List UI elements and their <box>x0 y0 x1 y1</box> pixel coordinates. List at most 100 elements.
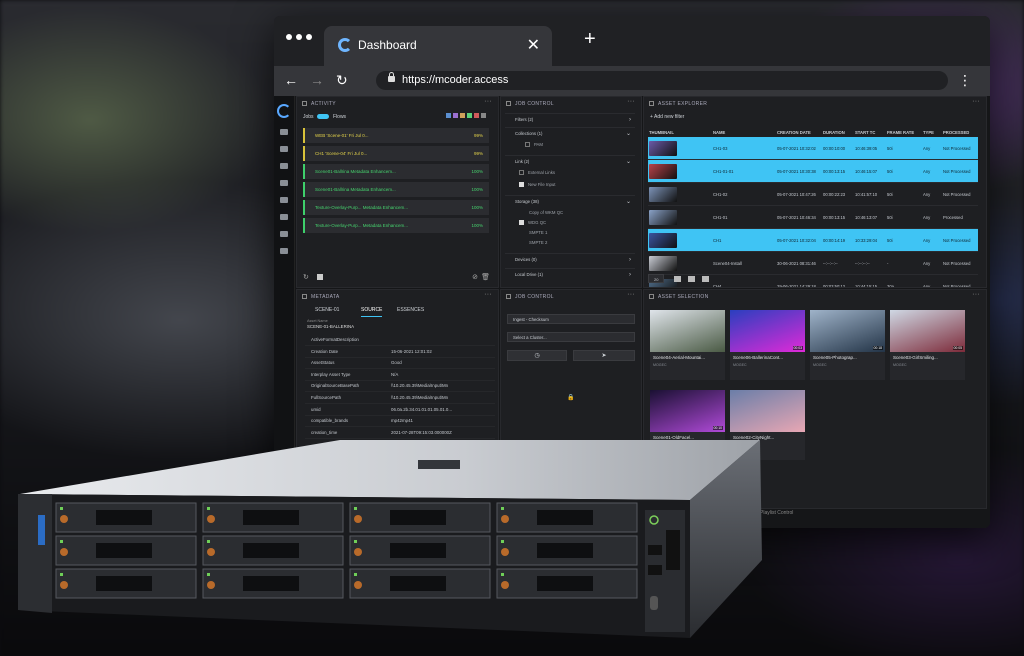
table-row[interactable]: CH1-02 05-07-2021 10:47:26 00:00:22:23 10:4… <box>648 182 978 206</box>
column-header[interactable]: START TC <box>854 127 886 137</box>
user-icon[interactable] <box>280 248 288 254</box>
tasks-icon[interactable] <box>280 180 288 186</box>
url-field[interactable]: https://mcoder.access <box>376 71 948 90</box>
processed-status: Not Processed <box>942 159 978 183</box>
tab-scene[interactable]: SCENE-01 <box>315 307 339 313</box>
metadata-row: Creation Date 15-06-2021 12:01:02 <box>305 346 495 358</box>
filter-item[interactable]: External Links <box>505 167 635 179</box>
filter-section[interactable]: Link (2) ⌄ <box>505 155 635 167</box>
column-header[interactable]: NAME <box>712 127 776 137</box>
asset-type: Any <box>922 228 942 252</box>
activity-row[interactable]: CH1 'Scene-04' Fri Jul 0... 99% <box>303 146 489 161</box>
tab-dashboard[interactable]: Dashboard ✕ <box>324 26 552 66</box>
creation-date: 29-06-2021 14:29:18 <box>776 274 822 287</box>
asset-card[interactable]: Scene01-OldFacel... MOGEC 00:10 <box>650 390 725 460</box>
column-header[interactable]: CREATION DATE <box>776 127 822 137</box>
back-icon[interactable]: ← <box>284 72 298 88</box>
filter-section[interactable]: Local Drive (1) › <box>505 268 635 280</box>
dashboard-icon[interactable] <box>280 146 288 152</box>
column-header[interactable]: THUMBNAIL <box>648 127 712 137</box>
creation-date: 30-06-2021 08:31:46 <box>776 251 822 275</box>
filter-item[interactable]: SMPTE 2 <box>505 237 635 249</box>
panel-title: METADATA <box>297 290 498 304</box>
duration: 00:00:22:23 <box>822 182 854 206</box>
table-row[interactable]: CH1 05-07-2021 10:32:04 00:00:14:19 10:33:2… <box>648 228 978 252</box>
table-row[interactable]: CH1-01-01 05-07-2021 10:30:38 00:00:13:15 1… <box>648 159 978 183</box>
window-menu-icon[interactable] <box>286 34 312 40</box>
filter-item[interactable]: New File Input <box>505 179 635 191</box>
column-header[interactable]: FRAME RATE <box>886 127 922 137</box>
browser-menu-icon[interactable]: ⋮ <box>958 72 972 89</box>
filter-section[interactable]: Filters (2) › <box>505 113 635 125</box>
menu-icon[interactable] <box>280 129 288 135</box>
close-icon[interactable]: ✕ <box>527 35 540 55</box>
asset-type: Any <box>922 182 942 206</box>
add-filter-button[interactable]: + Add new filter <box>650 114 684 120</box>
new-tab-icon[interactable]: + <box>584 28 596 51</box>
activity-row[interactable]: Texture-Overlay-Purp... Metadata Enhance… <box>303 200 489 215</box>
column-header[interactable]: PROCESSED <box>942 127 978 137</box>
asset-card[interactable]: Scene06-BallerinaCont... MOGEC 00:03 <box>730 310 805 380</box>
activity-row[interactable]: Scene01-Ballrina Metadata Enhancem... 100… <box>303 164 489 179</box>
table-row[interactable]: CH1-01 05-07-2021 10:46:34 00:00:13:15 10:4… <box>648 205 978 229</box>
thumbnail <box>649 140 677 156</box>
asset-title: Scene03-GirlSmiling... <box>893 355 938 360</box>
job-control-panel: JOB CONTROL Ingest - Checksum Select a C… <box>500 289 642 528</box>
flows-icon[interactable] <box>280 197 288 203</box>
grid-icon[interactable] <box>280 214 288 220</box>
select-all-icon[interactable] <box>688 276 695 282</box>
thumbnail <box>649 255 677 271</box>
table-row[interactable]: CH1-03 05-07-2021 10:32:02 00:00:10:00 10:4… <box>648 137 978 160</box>
trash-icon[interactable]: 🗑 <box>481 273 490 281</box>
cancel-icon[interactable]: ⊘ <box>472 273 478 281</box>
refresh-icon[interactable]: ↻ <box>303 273 309 281</box>
panel-title: ACTIVITY <box>297 97 498 111</box>
filter-swatches[interactable] <box>446 113 486 118</box>
filter-item[interactable]: PAM <box>505 139 635 151</box>
jobs-flows-toggle[interactable] <box>317 114 329 119</box>
schedule-button[interactable]: ◷ <box>507 350 567 361</box>
creation-date: 05-07-2021 10:47:26 <box>776 182 822 206</box>
forward-icon[interactable]: → <box>310 72 324 88</box>
asset-name: CH4 <box>712 274 776 287</box>
table-row[interactable]: CH4 29-06-2021 14:29:18 00:03:50:12 10:44:1… <box>648 274 978 287</box>
gear-icon[interactable] <box>280 231 288 237</box>
page-size-select[interactable]: 20 <box>648 274 664 283</box>
filter-section[interactable]: Storage (38) ⌄ <box>505 195 635 207</box>
playlist-control-link[interactable]: Playlist Control <box>760 510 793 516</box>
checkbox-icon[interactable] <box>317 274 323 280</box>
list-view-icon[interactable] <box>674 276 681 282</box>
reload-icon[interactable]: ↻ <box>336 72 348 89</box>
metadata-key: Creation Date <box>311 348 339 354</box>
asset-card[interactable]: Scene05-Photograp... MOGEC 00:18 <box>810 310 885 380</box>
activity-row[interactable]: Texture-Overlay-Purp... Metadata Enhance… <box>303 218 489 233</box>
print-icon[interactable] <box>702 276 709 282</box>
frame-rate: 50i <box>886 159 922 183</box>
asset-duration: 00:03 <box>792 346 803 350</box>
start-tc: 10:33:29:04 <box>854 228 886 252</box>
toggle-flows-label: Flows <box>333 114 347 120</box>
asset-card[interactable]: Scene04-Aerial-Mountai... MOGEC <box>650 310 725 380</box>
metadata-value: \\10.20.45.39\Media\Input\Mn <box>391 395 449 400</box>
metadata-value: Good <box>391 360 402 366</box>
asset-card[interactable]: Scene02-CityNight... MOGEC <box>730 390 805 460</box>
filter-section[interactable]: Collections (1) ⌄ <box>505 127 635 139</box>
panel-title: JOB CONTROL <box>501 290 641 304</box>
frame-rate: - <box>886 251 922 275</box>
clock-icon[interactable] <box>280 163 288 169</box>
metadata-row: umid 06.0a.2b.34.01.01.01.05.01.0... <box>305 404 495 416</box>
activity-row[interactable]: WEB 'Scene-01' Fri Jul 0... 99% <box>303 128 489 143</box>
column-header[interactable]: TYPE <box>922 127 942 137</box>
run-button[interactable]: ➤ <box>573 350 635 361</box>
column-header[interactable]: DURATION <box>822 127 854 137</box>
tab-essences[interactable]: ESSENCES <box>397 307 424 313</box>
tab-source[interactable]: SOURCE <box>361 307 383 317</box>
cluster-select[interactable]: Select a Cluster... <box>507 332 635 342</box>
workflow-select[interactable]: Ingest - Checksum <box>507 314 635 324</box>
table-row[interactable]: Scene04-Install 30-06-2021 08:31:46 --:--:… <box>648 251 978 275</box>
asset-title: Scene05-Photograp... <box>813 355 857 360</box>
app-logo-icon <box>338 38 352 52</box>
activity-row[interactable]: Scene01-Ballrina Metadata Enhancem... 100… <box>303 182 489 197</box>
filter-section[interactable]: Devices (0) › <box>505 253 635 265</box>
asset-card[interactable]: Scene03-GirlSmiling... MOGEC 00:05 <box>890 310 965 380</box>
